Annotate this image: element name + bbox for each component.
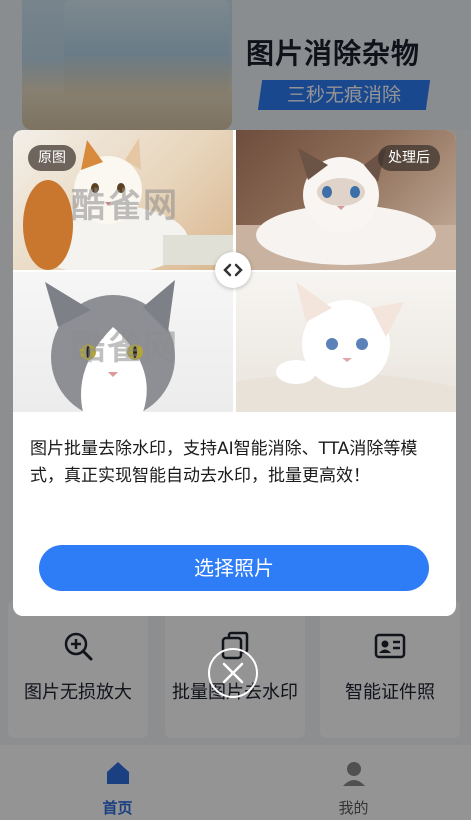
- watermark-intro-modal: 原图 酷雀网 处理后 酷雀网 图片批量去除水印，支持AI智能消除、TTA消除等模…: [13, 130, 456, 616]
- close-icon: [222, 662, 244, 684]
- original-photo-2: 酷雀网: [13, 272, 233, 412]
- compare-row-1: 原图 酷雀网 处理后: [13, 130, 456, 270]
- watermark-text: 酷雀网: [71, 186, 179, 226]
- cat-illustration: [236, 282, 456, 412]
- close-modal-button[interactable]: [208, 648, 258, 698]
- watermark-text: 酷雀网: [71, 328, 179, 368]
- modal-description: 图片批量去除水印，支持AI智能消除、TTA消除等模式，真正实现智能自动去水印，批…: [30, 439, 418, 486]
- compare-slider-handle[interactable]: [215, 252, 251, 288]
- original-photo-1: 原图 酷雀网: [13, 130, 233, 270]
- choose-photo-button[interactable]: 选择照片: [39, 545, 429, 591]
- processed-photo-2: [236, 272, 456, 412]
- tag-original: 原图: [28, 145, 76, 171]
- compare-row-2: 酷雀网: [13, 272, 456, 412]
- tag-processed: 处理后: [378, 145, 440, 171]
- chevron-left-right-icon: [223, 263, 243, 277]
- processed-photo-1: 处理后: [236, 130, 456, 270]
